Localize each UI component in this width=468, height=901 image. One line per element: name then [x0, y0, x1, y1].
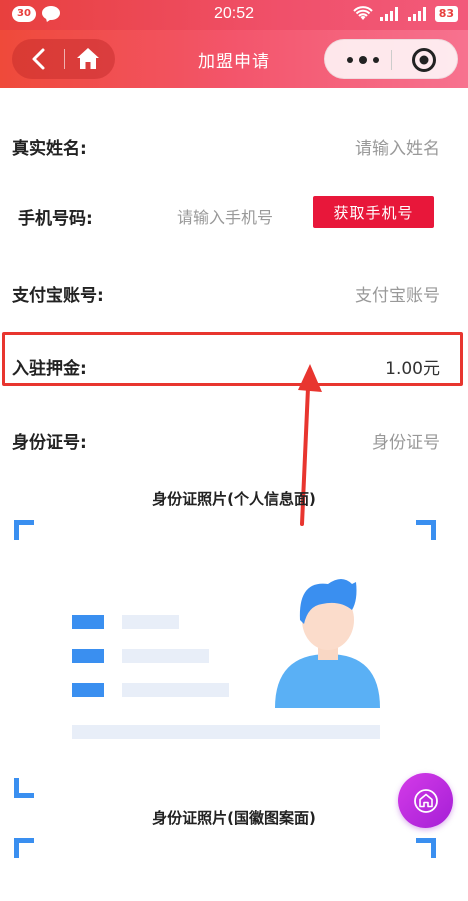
deposit-label: 入驻押金:: [12, 359, 87, 379]
name-label: 真实姓名:: [12, 139, 87, 159]
more-icon[interactable]: [343, 50, 383, 70]
id-front-title: 身份证照片(个人信息面): [152, 490, 316, 508]
frame-corner: [14, 520, 34, 540]
deposit-value: 1.00元: [385, 359, 440, 379]
status-bar: 30 20:52 83: [0, 0, 468, 30]
home-icon: [413, 788, 438, 813]
mini-program-capsule: [324, 39, 458, 79]
floating-home-button[interactable]: [398, 773, 453, 828]
get-phone-button[interactable]: 获取手机号: [313, 196, 434, 228]
name-row: 真实姓名: 请输入姓名: [0, 126, 468, 166]
status-right: 83: [352, 6, 458, 22]
phone-label: 手机号码:: [18, 209, 93, 229]
idno-input[interactable]: 身份证号: [372, 428, 440, 453]
frame-corner: [14, 778, 34, 798]
frame-corner: [416, 838, 436, 858]
capsule-divider: [391, 50, 392, 70]
signal-icon: [407, 7, 426, 21]
frame-corner: [416, 520, 436, 540]
id-back-title: 身份证照片(国徽图案面): [152, 809, 316, 827]
battery-icon: 83: [434, 6, 458, 22]
phone-input[interactable]: 请输入手机号: [177, 204, 273, 228]
nav-bar: 加盟申请: [0, 30, 468, 88]
idno-row: 身份证号: 身份证号: [0, 420, 468, 460]
close-target-icon[interactable]: [411, 47, 437, 73]
wifi-icon: [352, 6, 373, 20]
alipay-label: 支付宝账号:: [12, 286, 104, 306]
id-card-illustration: [72, 579, 380, 739]
alipay-row: 支付宝账号: 支付宝账号: [0, 273, 468, 313]
alipay-input[interactable]: 支付宝账号: [355, 281, 440, 306]
phone-row: 手机号码: 请输入手机号 获取手机号: [0, 196, 468, 236]
deposit-row: 入驻押金: 1.00元: [0, 346, 468, 386]
name-input[interactable]: 请输入姓名: [355, 134, 440, 159]
frame-corner: [14, 838, 34, 858]
signal-icon: [379, 7, 398, 21]
idno-label: 身份证号:: [12, 433, 87, 453]
id-back-upload-area[interactable]: [14, 838, 436, 898]
